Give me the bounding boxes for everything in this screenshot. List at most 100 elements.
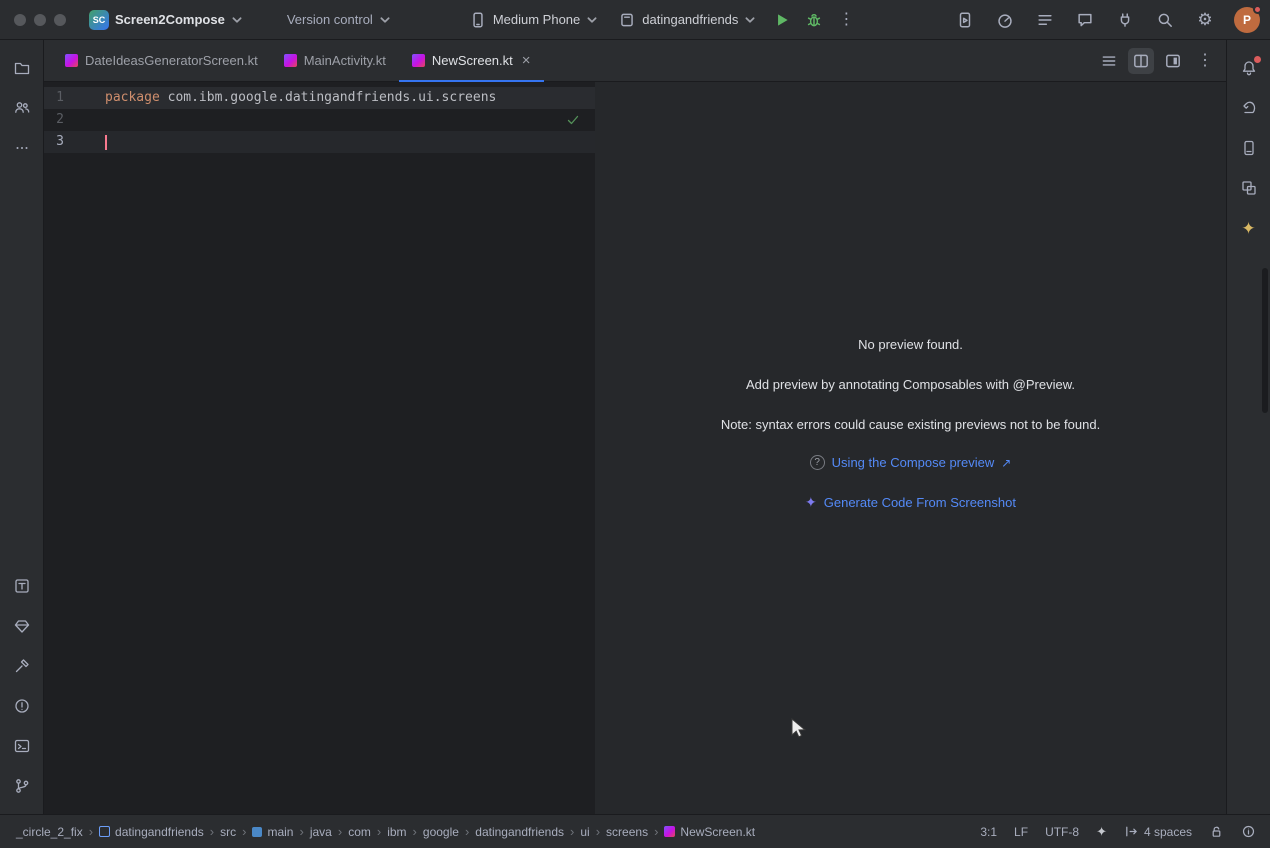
main-area: DateIdeasGeneratorScreen.kt MainActivity… <box>0 40 1270 814</box>
breadcrumb-item[interactable]: java <box>308 824 334 840</box>
inspections-widget[interactable] <box>1241 824 1256 839</box>
help-icon <box>810 455 825 470</box>
git-branch-icon <box>13 777 31 795</box>
search-everywhere-button[interactable] <box>1152 7 1178 33</box>
breadcrumb-item[interactable]: datingandfriends <box>473 824 566 840</box>
problems-tool-button[interactable] <box>6 690 38 722</box>
sparkle-icon: ✦ <box>1096 825 1107 838</box>
breadcrumb-item[interactable]: datingandfriends <box>97 824 206 840</box>
caret-position-widget[interactable]: 3:1 <box>980 825 997 839</box>
gradle-tool-button[interactable] <box>1233 92 1265 124</box>
running-devices-button[interactable] <box>952 7 978 33</box>
breadcrumb-item[interactable]: com <box>346 824 373 840</box>
breadcrumb-item-file[interactable]: NewScreen.kt <box>662 824 757 840</box>
breadcrumb-item[interactable]: google <box>421 824 461 840</box>
breadcrumb-separator <box>377 824 381 839</box>
project-tool-button[interactable] <box>6 52 38 84</box>
terminal-tool-button[interactable] <box>6 730 38 762</box>
unlock-icon <box>1209 824 1224 839</box>
device-explorer-icon <box>1240 139 1258 157</box>
code-editor[interactable]: 1 package com.ibm.google.datingandfriend… <box>44 82 595 814</box>
minimize-window-button[interactable] <box>34 14 46 26</box>
code-line[interactable]: 2 <box>44 109 595 131</box>
indent-widget[interactable]: 4 spaces <box>1124 824 1192 839</box>
scrollbar-thumb[interactable] <box>1262 268 1268 413</box>
line-ending-widget[interactable]: LF <box>1014 825 1028 839</box>
close-tab-icon[interactable]: × <box>520 53 531 68</box>
breadcrumb-item[interactable]: src <box>218 824 238 840</box>
zoom-window-button[interactable] <box>54 14 66 26</box>
close-window-button[interactable] <box>14 14 26 26</box>
breadcrumb-separator <box>242 824 246 839</box>
more-actions-button[interactable]: ⋮ <box>833 7 859 33</box>
debug-button[interactable] <box>801 7 827 33</box>
breadcrumb-item[interactable]: ui <box>578 824 591 840</box>
gemini-sparkle-icon: ✦ <box>1241 220 1255 237</box>
more-tool-windows-button[interactable] <box>6 132 38 164</box>
phone-icon <box>469 11 487 29</box>
resource-manager-tool-button[interactable] <box>6 92 38 124</box>
terminal-icon <box>13 737 31 755</box>
run-button[interactable] <box>769 7 795 33</box>
gradle-icon <box>1240 99 1258 117</box>
device-selector[interactable]: Medium Phone <box>462 7 605 33</box>
source-root-icon <box>252 827 262 837</box>
breadcrumb-item[interactable]: screens <box>604 824 650 840</box>
logcat-icon <box>1036 11 1054 29</box>
assistant-button[interactable] <box>1072 7 1098 33</box>
readonly-toggle[interactable] <box>1209 824 1224 839</box>
gear-icon: ⚙ <box>1197 11 1212 28</box>
profiler-button[interactable] <box>992 7 1018 33</box>
line-number[interactable]: 2 <box>44 109 64 131</box>
tab-options-button[interactable]: ⋮ <box>1192 48 1218 74</box>
ai-status-button[interactable]: ✦ <box>1096 825 1107 838</box>
encoding-widget[interactable]: UTF-8 <box>1045 825 1079 839</box>
keyword-token: package <box>105 87 160 109</box>
code-line-current[interactable]: 3 <box>44 131 595 153</box>
split-mode-button[interactable] <box>1128 48 1154 74</box>
text-caret <box>105 135 107 150</box>
notifications-button[interactable] <box>1233 52 1265 84</box>
run-config-selector[interactable]: datingandfriends <box>611 7 763 33</box>
design-mode-button[interactable] <box>1160 48 1186 74</box>
build-tool-button[interactable] <box>6 650 38 682</box>
code-line[interactable]: 1 package com.ibm.google.datingandfriend… <box>44 87 595 109</box>
avatar[interactable]: P <box>1234 7 1260 33</box>
settings-button[interactable]: ⚙ <box>1192 7 1218 33</box>
line-number[interactable]: 3 <box>44 131 64 153</box>
compose-preview-docs-link[interactable]: Using the Compose preview <box>810 455 1012 470</box>
tab-dateideasgeneratorscreen[interactable]: DateIdeasGeneratorScreen.kt <box>52 40 271 81</box>
kotlin-file-icon <box>412 54 425 67</box>
breadcrumb-separator <box>596 824 600 839</box>
plugins-button[interactable] <box>1112 7 1138 33</box>
project-widget[interactable]: SC Screen2Compose <box>82 6 250 34</box>
notification-dot <box>1253 5 1262 14</box>
design-tools-button[interactable] <box>6 570 38 602</box>
vcs-widget[interactable]: Version control <box>280 8 398 31</box>
layout-inspector-button[interactable] <box>1233 172 1265 204</box>
search-icon <box>1156 11 1174 29</box>
breadcrumb-separator <box>654 824 658 839</box>
people-icon <box>13 99 31 117</box>
gemini-button[interactable]: ✦ <box>1233 212 1265 244</box>
breadcrumb-item[interactable]: main <box>250 824 295 840</box>
tab-mainactivity[interactable]: MainActivity.kt <box>271 40 399 81</box>
breadcrumb-item[interactable]: _circle_2_fix <box>14 824 85 840</box>
logcat-button[interactable] <box>1032 7 1058 33</box>
code-token: com.ibm.google.datingandfriends.ui.scree… <box>160 87 497 109</box>
breadcrumb-item[interactable]: ibm <box>385 824 408 840</box>
kotlin-file-icon <box>65 54 78 67</box>
line-number[interactable]: 1 <box>44 87 64 109</box>
asset-studio-button[interactable] <box>6 610 38 642</box>
version-control-tool-button[interactable] <box>6 770 38 802</box>
device-explorer-button[interactable] <box>1233 132 1265 164</box>
compose-preview-panel: No preview found. Add preview by annotat… <box>595 82 1226 814</box>
code-mode-button[interactable] <box>1096 48 1122 74</box>
split-view-icon <box>1132 52 1150 70</box>
avatar-letter: P <box>1243 13 1251 27</box>
generate-code-from-screenshot-link[interactable]: Generate Code From Screenshot <box>805 494 1016 511</box>
left-tool-stripe <box>0 40 44 814</box>
breadcrumb-separator <box>210 824 214 839</box>
tab-newscreen[interactable]: NewScreen.kt × <box>399 40 544 81</box>
breadcrumb-separator <box>465 824 469 839</box>
